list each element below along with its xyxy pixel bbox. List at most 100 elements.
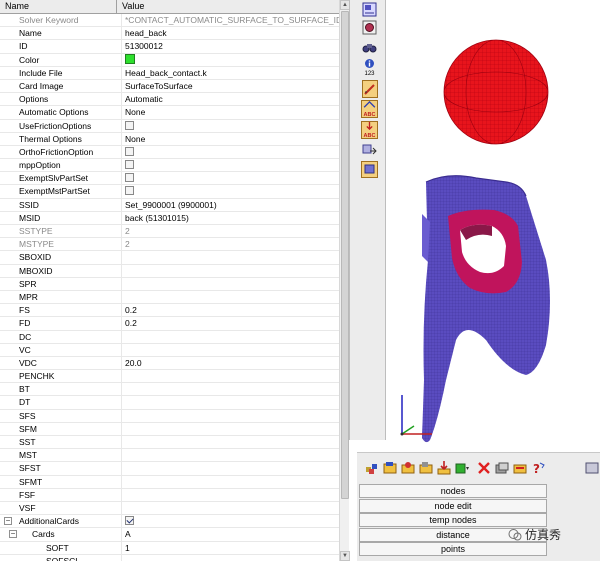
row-value[interactable]: Head_back_contact.k bbox=[122, 67, 339, 79]
display-mode-icon[interactable] bbox=[362, 20, 377, 35]
option-checkbox[interactable] bbox=[125, 516, 134, 526]
grid-row[interactable]: MSTYPE 2 bbox=[0, 238, 339, 252]
grid-row[interactable]: Automatic Options None bbox=[0, 106, 339, 120]
grid-row[interactable]: FD 0.2 bbox=[0, 317, 339, 331]
graphics-viewport[interactable] bbox=[386, 0, 600, 452]
row-value[interactable] bbox=[122, 489, 339, 501]
measure-pencil-icon[interactable] bbox=[362, 80, 378, 98]
row-value[interactable]: head_back bbox=[122, 27, 339, 39]
grid-row[interactable]: − Cards A bbox=[0, 528, 339, 542]
grid-row[interactable]: Name head_back bbox=[0, 27, 339, 41]
grid-row[interactable]: Color bbox=[0, 53, 339, 67]
grid-scrollbar[interactable]: ▲ ▼ bbox=[339, 0, 350, 561]
row-value[interactable] bbox=[122, 410, 339, 422]
color-dropdown-icon[interactable] bbox=[455, 461, 469, 475]
row-value[interactable]: SurfaceToSurface bbox=[122, 80, 339, 92]
row-value[interactable] bbox=[122, 278, 339, 290]
grid-row[interactable]: VSF bbox=[0, 501, 339, 516]
grid-row[interactable]: − AdditionalCards bbox=[0, 515, 339, 529]
grid-row[interactable]: VDC 20.0 bbox=[0, 356, 339, 371]
column-header-value[interactable]: Value bbox=[117, 0, 339, 14]
color-swatch[interactable] bbox=[125, 53, 135, 64]
entity-state-icon[interactable] bbox=[362, 2, 377, 17]
grid-row[interactable]: DC bbox=[0, 330, 339, 344]
groups-icon[interactable] bbox=[401, 461, 415, 475]
grid-row[interactable]: Card Image SurfaceToSurface bbox=[0, 79, 339, 94]
grid-row[interactable]: SOFT 1 bbox=[0, 541, 339, 555]
grid-row[interactable]: SFS bbox=[0, 409, 339, 423]
grid-row[interactable]: DT bbox=[0, 396, 339, 410]
row-value[interactable]: 2 bbox=[122, 238, 339, 250]
row-value[interactable] bbox=[122, 502, 339, 514]
row-value[interactable] bbox=[122, 265, 339, 277]
row-value[interactable]: Set_9900001 (9900001) bbox=[122, 199, 339, 211]
row-value[interactable]: 2 bbox=[122, 225, 339, 237]
grid-row[interactable]: Thermal Options None bbox=[0, 132, 339, 146]
row-value[interactable] bbox=[122, 449, 339, 461]
grid-row[interactable]: SFMT bbox=[0, 475, 339, 489]
components-icon[interactable] bbox=[365, 461, 379, 475]
grid-row[interactable]: ID 51300012 bbox=[0, 40, 339, 54]
row-value[interactable] bbox=[122, 396, 339, 408]
row-value[interactable] bbox=[122, 185, 339, 197]
panel-button-node-edit[interactable]: node edit bbox=[359, 499, 547, 513]
row-value[interactable] bbox=[122, 172, 339, 184]
grid-row[interactable]: SPR bbox=[0, 277, 339, 291]
grid-row[interactable]: Solver Keyword *CONTACT_AUTOMATIC_SURFACE… bbox=[0, 14, 339, 28]
row-value[interactable] bbox=[122, 436, 339, 448]
grid-row[interactable]: MPR bbox=[0, 290, 339, 305]
scrollbar-thumb[interactable] bbox=[341, 11, 349, 499]
panel-button-temp-nodes[interactable]: temp nodes bbox=[359, 513, 547, 527]
help-question-icon[interactable]: ? bbox=[531, 461, 545, 475]
collapse-toggle-icon[interactable]: − bbox=[4, 517, 12, 526]
row-value[interactable] bbox=[122, 159, 339, 171]
row-value[interactable]: None bbox=[122, 133, 339, 145]
grid-row[interactable]: SFM bbox=[0, 422, 339, 436]
loadcols-icon[interactable] bbox=[419, 461, 433, 475]
option-checkbox[interactable] bbox=[125, 186, 134, 196]
row-value[interactable]: A bbox=[122, 528, 339, 540]
row-value[interactable]: None bbox=[122, 106, 339, 118]
grid-row[interactable]: Include File Head_back_contact.k bbox=[0, 66, 339, 80]
grid-row[interactable]: FS 0.2 bbox=[0, 304, 339, 318]
grid-row[interactable]: ExemptSlvPartSet bbox=[0, 172, 339, 186]
grid-row[interactable]: SSTYPE 2 bbox=[0, 225, 339, 239]
grid-row[interactable]: FSF bbox=[0, 488, 339, 502]
mask-tool-icon[interactable] bbox=[361, 161, 378, 178]
row-value[interactable] bbox=[122, 120, 339, 132]
row-value[interactable]: 0.2 bbox=[122, 304, 339, 316]
option-checkbox[interactable] bbox=[125, 160, 134, 170]
grid-row[interactable]: MSID back (51301015) bbox=[0, 211, 339, 225]
panel-button-nodes[interactable]: nodes bbox=[359, 484, 547, 498]
delete-icon[interactable] bbox=[477, 461, 491, 475]
grid-row[interactable]: SST bbox=[0, 436, 339, 450]
row-value[interactable]: 0.2 bbox=[122, 317, 339, 329]
row-value[interactable] bbox=[122, 476, 339, 488]
translate-tool-icon[interactable] bbox=[362, 142, 377, 157]
row-value[interactable] bbox=[122, 555, 339, 561]
panel-button-points[interactable]: points bbox=[359, 542, 547, 556]
row-value[interactable] bbox=[122, 462, 339, 474]
row-value[interactable]: 20.0 bbox=[122, 357, 339, 369]
info-123-icon[interactable]: 123 bbox=[362, 58, 377, 78]
unmask-icon[interactable] bbox=[513, 461, 527, 475]
grid-row[interactable]: PENCHK bbox=[0, 370, 339, 384]
row-value[interactable] bbox=[122, 53, 339, 66]
row-value[interactable]: *CONTACT_AUTOMATIC_SURFACE_TO_SURFACE_ID bbox=[122, 14, 339, 26]
column-header-name[interactable]: Name bbox=[0, 0, 117, 14]
grid-row[interactable]: UseFrictionOptions bbox=[0, 119, 339, 133]
label-abc-tool-1[interactable]: ABC bbox=[361, 100, 378, 118]
row-value[interactable]: 51300012 bbox=[122, 40, 339, 52]
row-value[interactable] bbox=[122, 515, 339, 527]
grid-row[interactable]: SBOXID bbox=[0, 251, 339, 265]
row-value[interactable] bbox=[122, 331, 339, 343]
grid-row[interactable]: Options Automatic bbox=[0, 93, 339, 107]
row-value[interactable] bbox=[122, 344, 339, 356]
option-checkbox[interactable] bbox=[125, 146, 134, 156]
row-value[interactable] bbox=[122, 146, 339, 158]
load-arrow-icon[interactable] bbox=[437, 461, 451, 475]
grid-row[interactable]: MST bbox=[0, 449, 339, 463]
scroll-down-arrow-icon[interactable]: ▼ bbox=[340, 551, 350, 561]
row-value[interactable] bbox=[122, 370, 339, 382]
grid-row[interactable]: SSID Set_9900001 (9900001) bbox=[0, 198, 339, 212]
